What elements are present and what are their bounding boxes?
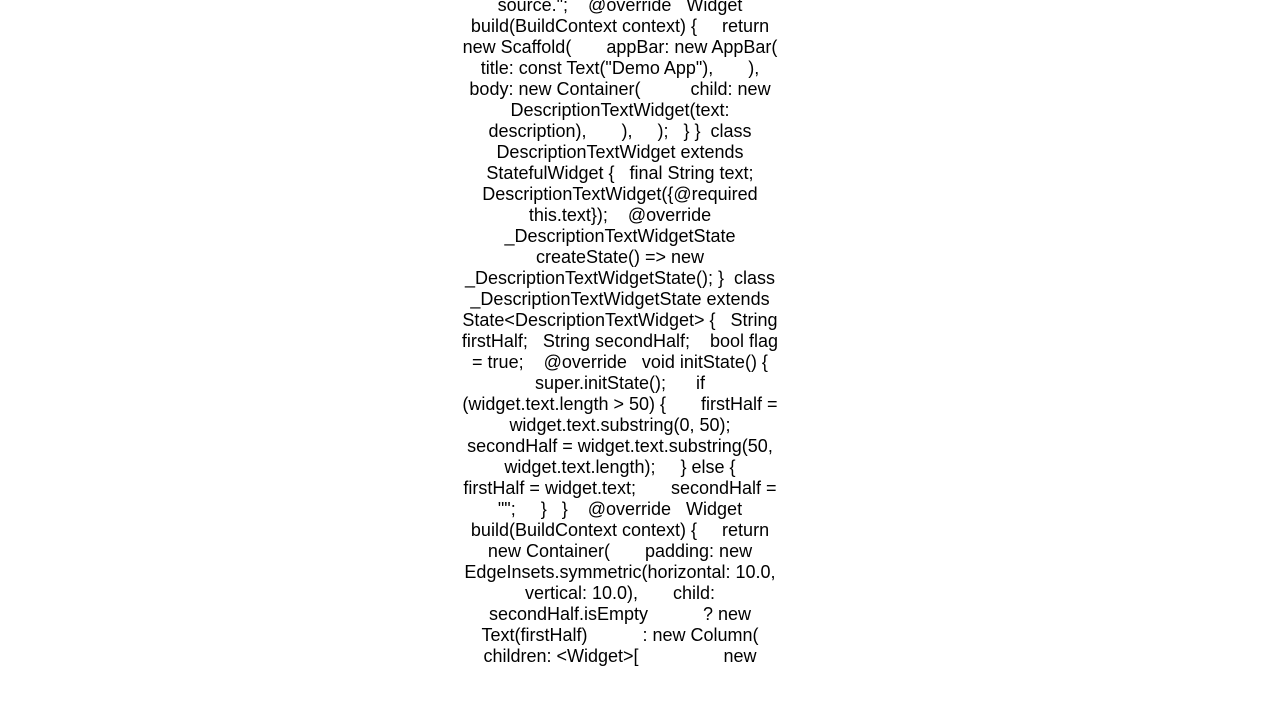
code-snippet-text: source."; @override Widget build(BuildCo… (460, 0, 780, 667)
code-container: source."; @override Widget build(BuildCo… (460, 0, 780, 720)
